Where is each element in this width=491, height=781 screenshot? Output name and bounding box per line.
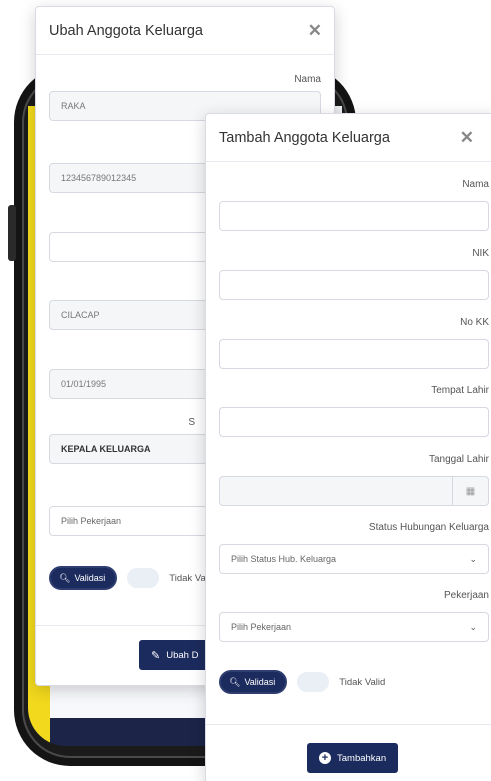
add-nama-input[interactable] (219, 201, 489, 231)
close-icon[interactable]: ✕ (308, 22, 322, 39)
add-modal-header: Tambah Anggota Keluarga ✕ (206, 114, 491, 162)
add-kk-label: No KK (460, 317, 489, 328)
chevron-down-icon: ⌄ (469, 621, 477, 632)
add-pekerjaan-field: Pekerjaan Pilih Pekerjaan ⌄ (219, 590, 489, 642)
phone-side-button (8, 205, 16, 261)
add-valid-toggle[interactable] (297, 672, 330, 692)
chevron-down-icon: ⌄ (469, 553, 477, 564)
add-tanggal-label: Tanggal Lahir (428, 454, 489, 465)
add-pekerjaan-label: Pekerjaan (443, 590, 489, 601)
edit-icon: ✎ (151, 649, 161, 662)
add-nama-label: Nama (462, 179, 489, 190)
add-tanggal-input[interactable]: ▦ (219, 476, 489, 506)
edit-valid-toggle[interactable] (127, 568, 160, 588)
add-validate-label: Validasi (244, 677, 276, 687)
add-submit-button[interactable]: + Tambahkan (307, 743, 399, 773)
edit-validate-row: 🔍︎ Validasi Tidak Va (49, 566, 206, 590)
close-icon[interactable]: ✕ (460, 129, 474, 146)
add-nama-field: Nama (219, 179, 489, 231)
add-tempat-input[interactable] (219, 407, 489, 437)
add-nik-field: NIK (219, 248, 489, 300)
calendar-icon[interactable]: ▦ (452, 477, 488, 505)
plus-circle-icon: + (319, 752, 331, 764)
add-status-label: Status Hubungan Keluarga (368, 522, 489, 533)
edit-nik-value: 123456789012345 (61, 173, 137, 183)
add-pekerjaan-select[interactable]: Pilih Pekerjaan ⌄ (219, 612, 489, 642)
add-tempat-field: Tempat Lahir (219, 385, 489, 437)
edit-tempat-value: CILACAP (61, 310, 100, 320)
add-status-select[interactable]: Pilih Status Hub. Keluarga ⌄ (219, 544, 489, 574)
edit-nama-value: RAKA (61, 101, 86, 111)
add-submit-label: Tambahkan (337, 752, 387, 764)
add-member-modal: Tambah Anggota Keluarga ✕ Nama NIK No KK… (205, 113, 491, 781)
edit-nama-label: Nama (294, 74, 321, 85)
add-validate-button[interactable]: 🔍︎ Validasi (219, 670, 288, 694)
add-tanggal-field: Tanggal Lahir ▦ (219, 454, 489, 506)
add-nik-input[interactable] (219, 270, 489, 300)
add-pekerjaan-placeholder: Pilih Pekerjaan (231, 622, 292, 632)
edit-validate-button[interactable]: 🔍︎ Validasi (49, 566, 118, 590)
add-status-placeholder: Pilih Status Hub. Keluarga (231, 554, 337, 564)
edit-pekerjaan-placeholder: Pilih Pekerjaan (61, 516, 122, 526)
edit-toggle-label: Tidak Va (169, 572, 206, 584)
add-kk-input[interactable] (219, 339, 489, 369)
edit-modal-title: Ubah Anggota Keluarga (49, 22, 203, 39)
edit-status-value: KEPALA KELUARGA (61, 444, 151, 454)
add-tempat-label: Tempat Lahir (431, 385, 489, 396)
add-kk-field: No KK (219, 317, 489, 369)
edit-tanggal-value: 01/01/1995 (61, 379, 107, 389)
search-icon: 🔍︎ (59, 572, 71, 583)
add-validate-row: 🔍︎ Validasi Tidak Valid (219, 670, 385, 694)
add-footer-divider (206, 724, 491, 725)
edit-modal-header: Ubah Anggota Keluarga ✕ (36, 7, 334, 55)
add-toggle-label: Tidak Valid (339, 676, 386, 688)
edit-submit-label: Ubah D (166, 649, 199, 661)
edit-validate-label: Validasi (74, 573, 106, 583)
add-modal-title: Tambah Anggota Keluarga (219, 129, 390, 146)
add-nik-label: NIK (472, 248, 489, 259)
add-status-field: Status Hubungan Keluarga Pilih Status Hu… (219, 522, 489, 574)
search-icon: 🔍︎ (229, 676, 241, 687)
